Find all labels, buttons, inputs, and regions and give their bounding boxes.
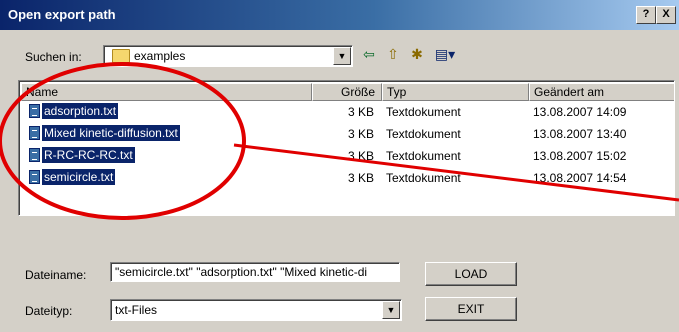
- lookin-value: examples: [134, 49, 186, 63]
- up-folder-icon[interactable]: ⇧: [384, 45, 402, 63]
- file-type: Textdokument: [386, 171, 461, 185]
- column-header-date[interactable]: Geändert am: [529, 83, 674, 101]
- filetype-label: Dateityp:: [25, 304, 73, 318]
- text-file-icon: [29, 170, 40, 184]
- file-name: R-RC-RC-RC.txt: [42, 147, 135, 163]
- filetype-value: txt-Files: [115, 303, 157, 317]
- lookin-label: Suchen in:: [25, 50, 82, 64]
- file-row[interactable]: adsorption.txt 3 KB Textdokument 13.08.2…: [19, 103, 674, 121]
- filetype-dropdown-arrow[interactable]: ▼: [382, 301, 400, 319]
- text-file-icon: [29, 104, 40, 118]
- help-button[interactable]: ?: [636, 6, 656, 24]
- column-header-size[interactable]: Größe: [312, 83, 382, 101]
- back-icon[interactable]: ⇦: [360, 45, 378, 63]
- file-row[interactable]: Mixed kinetic-diffusion.txt 3 KB Textdok…: [19, 125, 674, 143]
- file-type: Textdokument: [386, 105, 461, 119]
- text-file-icon: [29, 126, 40, 140]
- load-button[interactable]: LOAD: [425, 262, 517, 286]
- folder-icon: [112, 49, 130, 63]
- column-header-name[interactable]: Name: [21, 83, 312, 101]
- file-type: Textdokument: [386, 149, 461, 163]
- file-name: adsorption.txt: [42, 103, 119, 119]
- file-date: 13.08.2007 14:54: [533, 171, 627, 185]
- file-size: 3 KB: [347, 105, 374, 119]
- window-title: Open export path: [8, 7, 116, 22]
- file-date: 13.08.2007 14:09: [533, 105, 627, 119]
- file-date: 13.08.2007 13:40: [533, 127, 627, 141]
- file-date: 13.08.2007 15:02: [533, 149, 627, 163]
- file-row[interactable]: R-RC-RC-RC.txt 3 KB Textdokument 13.08.2…: [19, 147, 674, 165]
- filename-field[interactable]: [110, 262, 400, 282]
- view-menu-icon[interactable]: ▤▾: [432, 45, 458, 63]
- file-list[interactable]: Name Größe Typ Geändert am adsorption.tx…: [18, 80, 675, 216]
- file-name: semicircle.txt: [42, 169, 116, 185]
- filetype-select[interactable]: txt-Files ▼: [110, 299, 402, 321]
- file-type: Textdokument: [386, 127, 461, 141]
- file-name: Mixed kinetic-diffusion.txt: [42, 125, 180, 141]
- file-size: 3 KB: [347, 171, 374, 185]
- lookin-combo[interactable]: examples ▼: [103, 45, 353, 67]
- file-size: 3 KB: [347, 149, 374, 163]
- exit-button[interactable]: EXIT: [425, 297, 517, 321]
- column-header-type[interactable]: Typ: [382, 83, 529, 101]
- file-size: 3 KB: [347, 127, 374, 141]
- filename-label: Dateiname:: [25, 268, 87, 282]
- lookin-dropdown-arrow[interactable]: ▼: [333, 47, 351, 65]
- title-bar: Open export path ? X: [0, 0, 679, 30]
- file-row[interactable]: semicircle.txt 3 KB Textdokument 13.08.2…: [19, 169, 674, 187]
- close-button[interactable]: X: [656, 6, 676, 24]
- text-file-icon: [29, 148, 40, 162]
- new-folder-icon[interactable]: ✱: [408, 45, 426, 63]
